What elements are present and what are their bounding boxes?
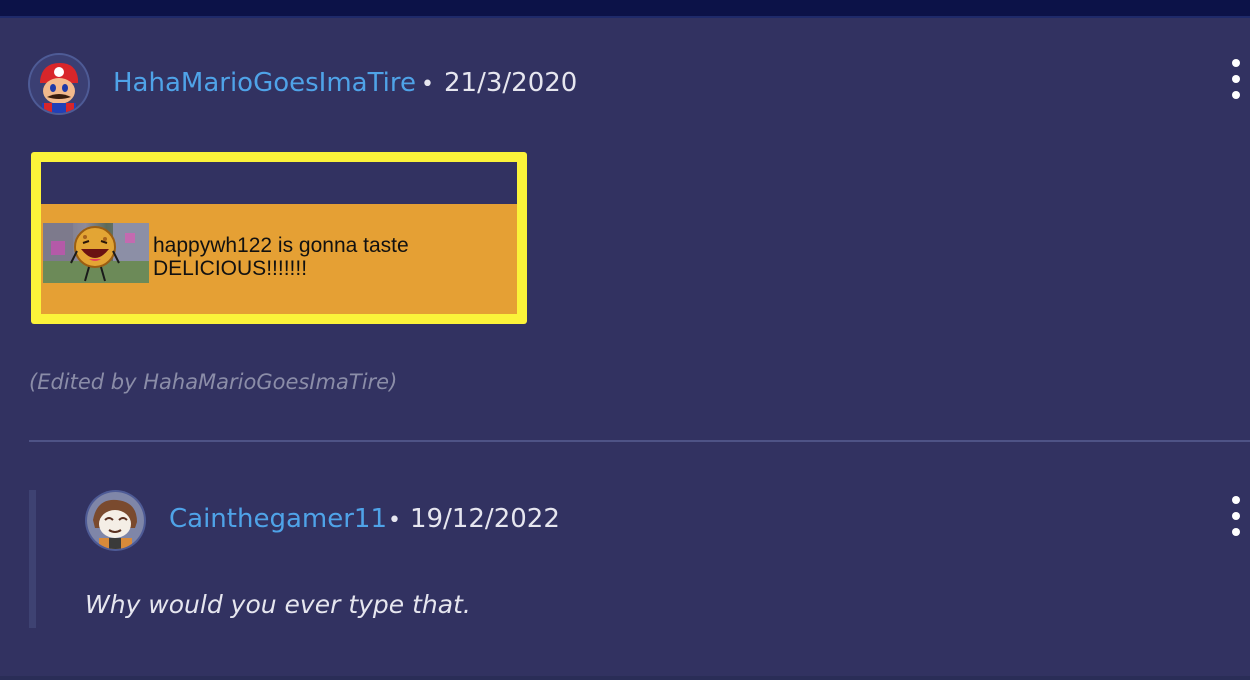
cookie-character-icon (43, 223, 149, 283)
edited-note: (Edited by HahaMarioGoesImaTire) (29, 370, 398, 394)
mario-avatar-icon (30, 55, 88, 113)
embedded-image[interactable]: happywh122 is gonna taste DELICIOUS!!!!!… (31, 152, 527, 324)
embed-caption: happywh122 is gonna taste DELICIOUS!!!!!… (153, 234, 409, 280)
top-bar (0, 0, 1250, 18)
comment-date: 21/3/2020 (444, 68, 578, 98)
bottom-border (0, 676, 1250, 680)
reply-avatar[interactable] (87, 492, 144, 549)
reply-indent-bar (29, 490, 36, 628)
divider (29, 440, 1250, 442)
reply-body: Why would you ever type that. (85, 590, 471, 619)
thumbnail-image (43, 223, 149, 283)
more-options-icon[interactable] (1230, 496, 1242, 536)
reply-username[interactable]: Cainthegamer11 (169, 504, 387, 534)
separator-dot: • (421, 72, 434, 97)
more-options-icon[interactable] (1230, 59, 1242, 99)
embed-banner: happywh122 is gonna taste DELICIOUS!!!!!… (41, 204, 517, 314)
reply-date: 19/12/2022 (410, 504, 560, 534)
user-avatar[interactable] (30, 55, 88, 113)
comment-username[interactable]: HahaMarioGoesImaTire (113, 68, 416, 98)
separator-dot: • (388, 508, 401, 533)
user-avatar-icon (87, 492, 144, 549)
